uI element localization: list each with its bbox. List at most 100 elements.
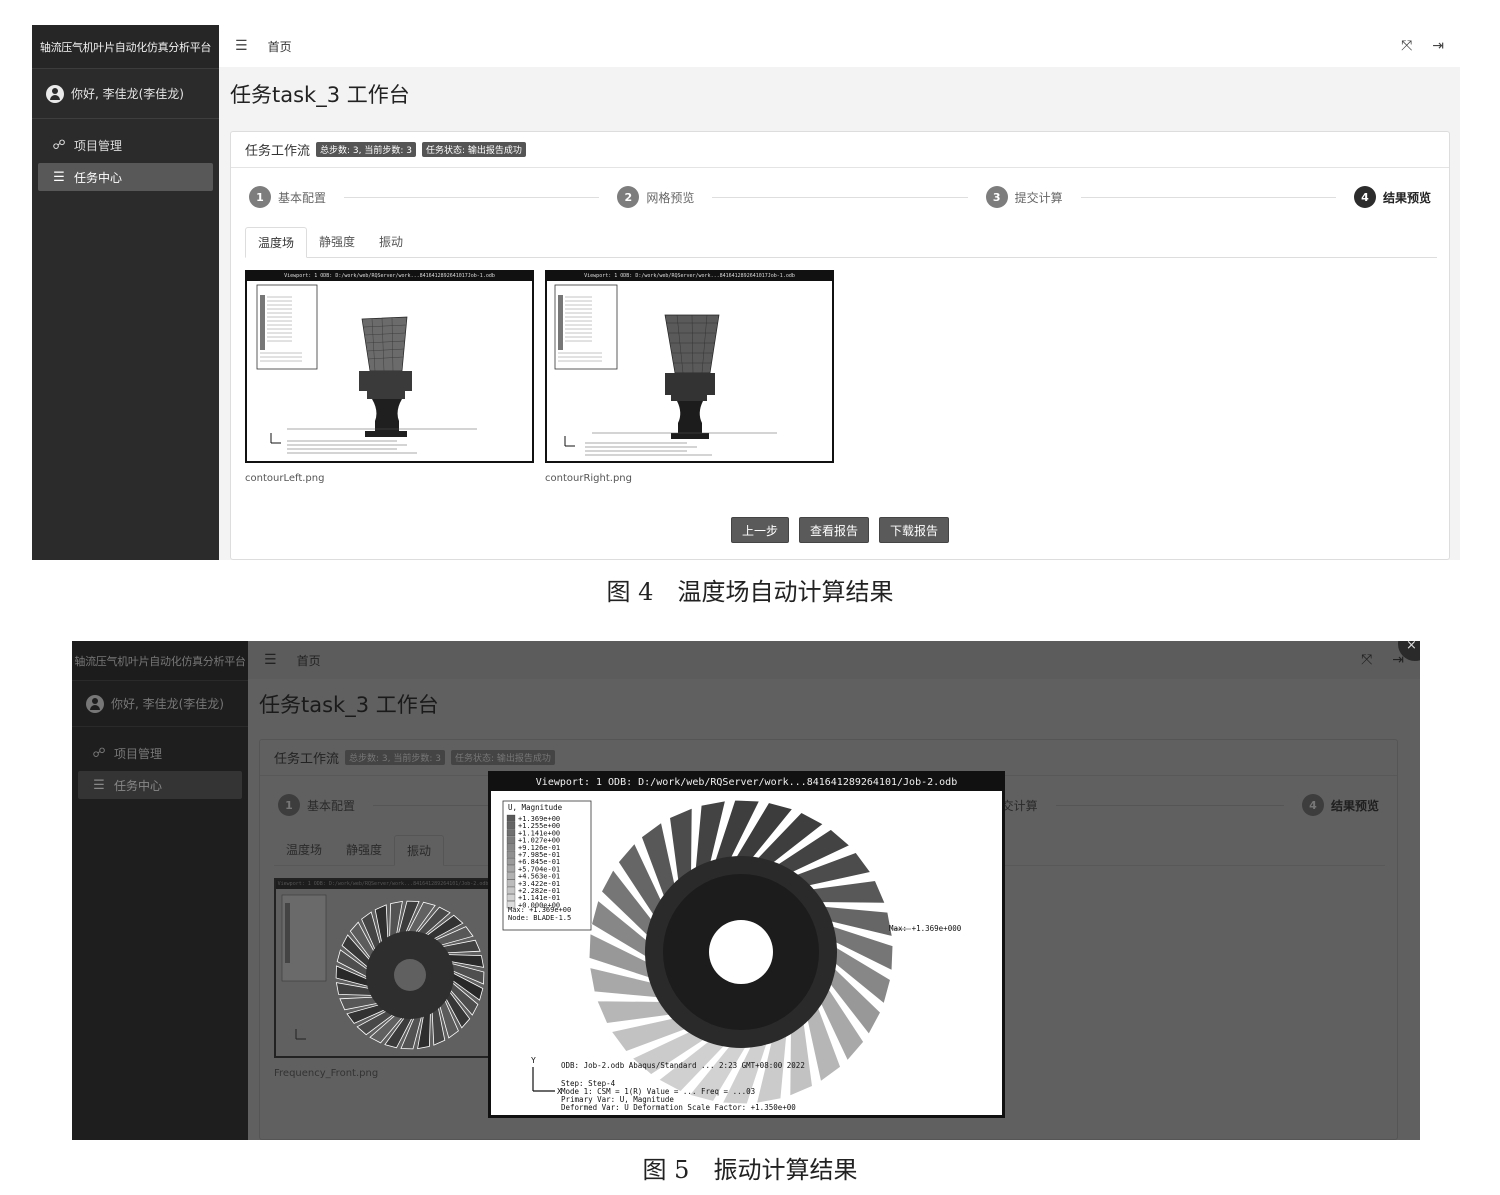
viewport-bar: Viewport: 1 ODB: D:/work/web/RQServer/wo… — [547, 272, 832, 281]
topbar: ☰ 首页 ⤧ ⇥ — [248, 641, 1420, 679]
hamburger-icon[interactable]: ☰ — [235, 38, 248, 54]
legend-color-bar — [506, 879, 516, 887]
step-count-badge: 总步数: 3, 当前步数: 3 — [345, 750, 445, 765]
sidebar: 轴流压气机叶片自动化仿真分析平台 你好, 李佳龙(李佳龙) ☍ 项目管理 ☰ 任… — [72, 641, 248, 1140]
step-submit-calc[interactable]: 3 提交计算 — [985, 186, 1063, 208]
legend-color-bar — [506, 822, 516, 829]
legend-color-bar — [506, 829, 516, 837]
tree-structure-icon: ☍ — [92, 745, 106, 761]
step-result-preview[interactable]: 4 结果预览 — [1353, 186, 1431, 208]
user-greeting-text: 你好, 李佳龙(李佳龙) — [111, 697, 224, 711]
viewport-bar: Viewport: 1 ODB: D:/work/web/RQServer/wo… — [247, 272, 532, 281]
task-status-badge: 任务状态: 输出报告成功 — [421, 142, 526, 157]
sidebar-item-project-management[interactable]: ☍ 项目管理 — [38, 131, 213, 159]
step-basic-config[interactable]: 1 基本配置 — [278, 794, 355, 816]
info-odb-line: ODB: Job-2.odb Abaqus/Standard ... 2:23 … — [561, 1061, 805, 1070]
result-image-item: Viewport: 1 ODB: D:/work/web/RQServer/wo… — [245, 270, 534, 484]
step-connector — [344, 196, 600, 198]
legend-color-bar — [506, 886, 516, 894]
image-preview-modal: Viewport: 1 ODB: D:/work/web/RQServer/wo… — [488, 771, 1005, 1118]
sidebar-item-label: 任务中心 — [114, 778, 163, 793]
step-count-badge: 总步数: 3, 当前步数: 3 — [316, 142, 416, 157]
action-buttons: 上一步 查看报告 下载报告 — [231, 517, 1449, 543]
figure4-app-window: 轴流压气机叶片自动化仿真分析平台 你好, 李佳龙(李佳龙) ☍ 项目管理 ☰ 任… — [32, 25, 1460, 560]
user-greeting[interactable]: 你好, 李佳龙(李佳龙) — [32, 69, 219, 119]
step-label: 提交计算 — [1014, 190, 1063, 205]
logout-icon[interactable]: ⇥ — [1432, 38, 1444, 54]
step-basic-config[interactable]: 1 基本配置 — [249, 186, 326, 208]
tab-vibration[interactable]: 振动 — [367, 226, 415, 257]
figure4-caption: 图 4 温度场自动计算结果 — [606, 578, 894, 606]
platform-title: 轴流压气机叶片自动化仿真分析平台 — [32, 25, 219, 69]
step-connector — [1055, 804, 1284, 806]
page-title: 任务task_3 工作台 — [259, 693, 439, 717]
main-content: ☰ 首页 ⤧ ⇥ 任务task_3 工作台 任务工作流 总步数: 3, 当前步数… — [219, 25, 1460, 560]
contour-left-image[interactable]: Viewport: 1 ODB: D:/work/web/RQServer/wo… — [245, 270, 534, 463]
vibration-mode-render: U, Magnitude +1.369e+00+1.255e+00+1.141e… — [502, 799, 962, 1112]
user-avatar-icon — [86, 694, 104, 713]
max-marker-label: Max: +1.369e+000 — [889, 924, 962, 933]
figure5-caption: 图 5 振动计算结果 — [642, 1156, 858, 1184]
step-number: 1 — [249, 186, 271, 208]
tab-static-strength[interactable]: 静强度 — [334, 834, 394, 865]
sidebar-menu: ☍ 项目管理 ☰ 任务中心 — [32, 119, 219, 191]
legend-color-bar — [506, 865, 516, 873]
tree-structure-icon: ☍ — [52, 137, 66, 153]
disk-bore — [709, 920, 773, 984]
blade-contour-render — [554, 284, 777, 456]
sidebar-item-label: 任务中心 — [74, 170, 123, 185]
workflow-card: 任务工作流 总步数: 3, 当前步数: 3 任务状态: 输出报告成功 1 基本配… — [230, 131, 1450, 560]
sidebar-item-task-center[interactable]: ☰ 任务中心 — [78, 771, 242, 799]
result-image-item: Viewport: 1 ODB: D:/work/web/RQServer/wo… — [545, 270, 834, 484]
tab-temperature-field[interactable]: 温度场 — [274, 834, 334, 865]
image-caption: contourLeft.png — [245, 473, 325, 484]
step-label: 结果预览 — [1382, 190, 1431, 205]
legend-values: +1.369e+00+1.255e+00+1.141e+00+1.027e+00… — [518, 815, 560, 909]
contour-right-image[interactable]: Viewport: 1 ODB: D:/work/web/RQServer/wo… — [545, 270, 834, 463]
sidebar-item-project-management[interactable]: ☍ 项目管理 — [78, 739, 242, 767]
legend-color-bar — [506, 858, 516, 865]
frequency-front-image[interactable]: Viewport: 1 ODB: D:/work/web/RQServer/wo… — [274, 878, 492, 1058]
sidebar-menu: ☍ 项目管理 ☰ 任务中心 — [72, 727, 248, 799]
step-label: 基本配置 — [278, 190, 327, 205]
legend-max: Max: +1.369e+00 — [508, 906, 571, 914]
step-number: 2 — [617, 186, 640, 208]
user-greeting[interactable]: 你好, 李佳龙(李佳龙) — [72, 681, 248, 727]
sidebar-item-label: 项目管理 — [114, 746, 163, 761]
tab-vibration[interactable]: 振动 — [394, 835, 445, 866]
legend-color-bar — [506, 843, 516, 851]
legend-color-bar — [506, 814, 516, 822]
sidebar-item-label: 项目管理 — [74, 138, 123, 153]
step-label: 结果预览 — [1330, 798, 1379, 813]
info-deformed-var-line: Deformed Var: U Deformation Scale Factor… — [561, 1103, 796, 1112]
breadcrumb-home[interactable]: 首页 — [297, 652, 321, 669]
viewport-bar: Viewport: 1 ODB: D:/work/web/RQServer/wo… — [491, 774, 1002, 791]
prev-step-button[interactable]: 上一步 — [730, 517, 789, 543]
sidebar-item-task-center[interactable]: ☰ 任务中心 — [38, 163, 213, 191]
bladed-disk-thumbnail — [281, 894, 485, 1050]
workflow-title: 任务工作流 — [245, 144, 311, 159]
legend-color-bar — [506, 836, 516, 844]
sidebar: 轴流压气机叶片自动化仿真分析平台 你好, 李佳龙(李佳龙) ☍ 项目管理 ☰ 任… — [32, 25, 219, 560]
legend-color-bar — [506, 894, 516, 901]
list-icon: ☰ — [93, 777, 105, 793]
hamburger-icon[interactable]: ☰ — [264, 652, 277, 668]
topbar: ☰ 首页 ⤧ ⇥ — [219, 25, 1460, 67]
workflow-title: 任务工作流 — [274, 752, 340, 767]
step-result-preview[interactable]: 4 结果预览 — [1301, 794, 1379, 816]
fullscreen-icon[interactable]: ⤧ — [1401, 38, 1412, 54]
view-report-button[interactable]: 查看报告 — [798, 517, 869, 543]
breadcrumb-home[interactable]: 首页 — [268, 38, 292, 55]
platform-title: 轴流压气机叶片自动化仿真分析平台 — [72, 641, 248, 681]
tab-temperature-field[interactable]: 温度场 — [245, 227, 308, 258]
step-mesh-preview[interactable]: 2 网格预览 — [617, 186, 694, 208]
fullscreen-icon[interactable]: ⤧ — [1361, 652, 1372, 668]
download-report-button[interactable]: 下载报告 — [879, 517, 950, 543]
axis-y-label: Y — [531, 1056, 536, 1065]
blade-contour-render — [256, 284, 477, 454]
step-label: 网格预览 — [646, 190, 695, 205]
legend-color-bar — [506, 872, 516, 880]
tab-static-strength[interactable]: 静强度 — [307, 226, 367, 257]
result-gallery: Viewport: 1 ODB: D:/work/web/RQServer/wo… — [231, 258, 1449, 484]
user-avatar-icon — [46, 84, 64, 103]
